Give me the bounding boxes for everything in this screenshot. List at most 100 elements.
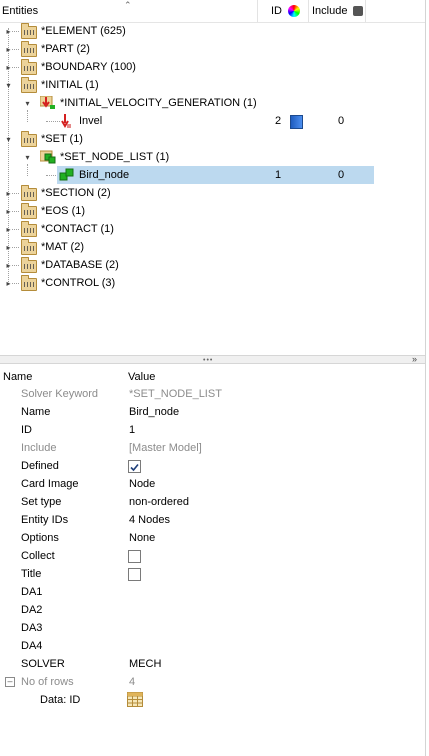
prop-value: 4 [129,676,136,688]
tree-item-control[interactable]: ▸ *CONTROL (3) [0,274,425,292]
tree-item-database[interactable]: ▸ *DATABASE (2) [0,256,425,274]
tree-item-element[interactable]: ▸ *ELEMENT (625) [0,22,425,40]
tree-item-label: *MAT (2) [41,241,84,253]
include-value: 0 [338,115,345,127]
folder-icon [21,275,37,291]
prop-value: *SET_NODE_LIST [129,388,222,400]
folder-icon [21,257,37,273]
tree-item-label: *SET (1) [41,133,83,145]
prop-row-options[interactable]: Options None [0,529,425,547]
prop-row-da3[interactable]: DA3 [0,619,425,637]
tree-item-mat[interactable]: ▸ *MAT (2) [0,238,425,256]
folder-icon [21,41,37,57]
tree-item-invel[interactable]: Invel 2 0 [0,112,425,130]
collapse-icon[interactable]: ▾ [4,81,13,90]
title-checkbox[interactable] [128,568,141,581]
folder-icon [21,77,37,93]
entity-browser: Entities ⌃ ID Include ▸ *ELEMENT (625) ▸… [0,0,426,355]
tree-item-label: *DATABASE (2) [41,259,119,271]
folder-icon [21,185,37,201]
prop-name: DA3 [21,622,43,634]
prop-row-da2[interactable]: DA2 [0,601,425,619]
double-chevron-down-icon[interactable]: » [412,354,417,364]
tree-item-initial[interactable]: ▾ *INITIAL (1) [0,76,425,94]
prop-name: DA4 [21,640,43,652]
folder-icon [21,59,37,75]
tree-item-set-node-list[interactable]: ▾ *SET_NODE_LIST (1) [0,148,425,166]
tree-item-eos[interactable]: ▸ *EOS (1) [0,202,425,220]
tree-item-label: *INITIAL_VELOCITY_GENERATION (1) [60,97,257,109]
defined-checkbox[interactable] [128,460,141,473]
velocity-arrow-icon [39,95,56,110]
folder-icon [21,131,37,147]
prop-value[interactable]: Bird_node [129,403,179,421]
property-header: Name Value [0,368,425,386]
id-header-label: ID [271,5,282,17]
panel-splitter[interactable]: ••• » [0,354,425,364]
tree-item-label: *PART (2) [41,43,90,55]
collapse-icon[interactable]: ▾ [4,135,13,144]
right-border [425,0,429,756]
prop-name: Set type [21,496,62,508]
name-column-header: Name [3,371,33,383]
grip-dots-icon: ••• [203,357,214,364]
prop-row-card-image[interactable]: Card Image Node [0,475,425,493]
prop-row-defined[interactable]: Defined [0,457,425,475]
prop-row-set-type[interactable]: Set type non-ordered [0,493,425,511]
prop-name: Solver Keyword [21,388,99,400]
collapse-box-icon[interactable]: – [5,677,15,687]
prop-row-no-of-rows[interactable]: – No of rows 4 [0,673,425,691]
prop-name: Title [21,568,42,580]
tree-item-label: *SET_NODE_LIST (1) [60,151,170,163]
prop-value[interactable]: non-ordered [129,493,189,511]
table-icon[interactable] [127,692,143,713]
tree-item-section[interactable]: ▸ *SECTION (2) [0,184,425,202]
prop-row-collect[interactable]: Collect [0,547,425,565]
prop-row-entity-ids[interactable]: Entity IDs 4 Nodes [0,511,425,529]
tree-item-contact[interactable]: ▸ *CONTACT (1) [0,220,425,238]
prop-value[interactable]: 4 Nodes [129,511,170,529]
tree-item-bird-node[interactable]: Bird_node 1 0 [0,166,425,184]
prop-row-data-id[interactable]: Data: ID [0,691,425,709]
folder-icon [21,203,37,219]
collapse-icon[interactable]: ▾ [23,99,32,108]
prop-row-solver[interactable]: SOLVER MECH [0,655,425,673]
tree-item-initial-velocity-generation[interactable]: ▾ *INITIAL_VELOCITY_GENERATION (1) [0,94,425,112]
id-column-header[interactable]: ID [271,0,309,22]
tree-item-set[interactable]: ▾ *SET (1) [0,130,425,148]
entities-column-header[interactable]: Entities ⌃ [0,0,258,22]
include-value: 0 [338,169,345,181]
prop-value[interactable]: MECH [129,655,161,673]
prop-value[interactable]: None [129,529,155,547]
tree-item-part[interactable]: ▸ *PART (2) [0,40,425,58]
chevron-up-icon: ⌃ [124,0,132,10]
prop-row-include: Include [Master Model] [0,439,425,457]
collect-checkbox[interactable] [128,550,141,563]
folder-icon [21,23,37,39]
folder-icon [21,221,37,237]
collapse-icon[interactable]: ▾ [23,153,32,162]
prop-row-da4[interactable]: DA4 [0,637,425,655]
color-swatch-icon[interactable] [290,115,303,129]
property-panel: Name Value Solver Keyword *SET_NODE_LIST… [0,364,425,756]
prop-row-name[interactable]: Name Bird_node [0,403,425,421]
tree-item-boundary[interactable]: ▸ *BOUNDARY (100) [0,58,425,76]
prop-name: Include [21,442,57,454]
color-wheel-icon [288,5,300,17]
include-header-label: Include [312,5,348,17]
prop-name: DA2 [21,604,43,616]
tree-item-label: *SECTION (2) [41,187,111,199]
prop-name: Name [21,406,51,418]
prop-value[interactable]: 1 [129,421,135,439]
prop-row-title[interactable]: Title [0,565,425,583]
prop-name: Card Image [21,478,79,490]
tree-item-label: *BOUNDARY (100) [41,61,136,73]
include-column-header[interactable]: Include [309,0,366,22]
tree-item-label: Bird_node [79,169,130,181]
prop-value[interactable]: Node [129,475,155,493]
cylinder-icon [353,6,363,16]
prop-row-da1[interactable]: DA1 [0,583,425,601]
column-header-bar: Entities ⌃ ID Include [0,0,425,23]
id-value: 2 [275,115,282,127]
prop-row-id[interactable]: ID 1 [0,421,425,439]
